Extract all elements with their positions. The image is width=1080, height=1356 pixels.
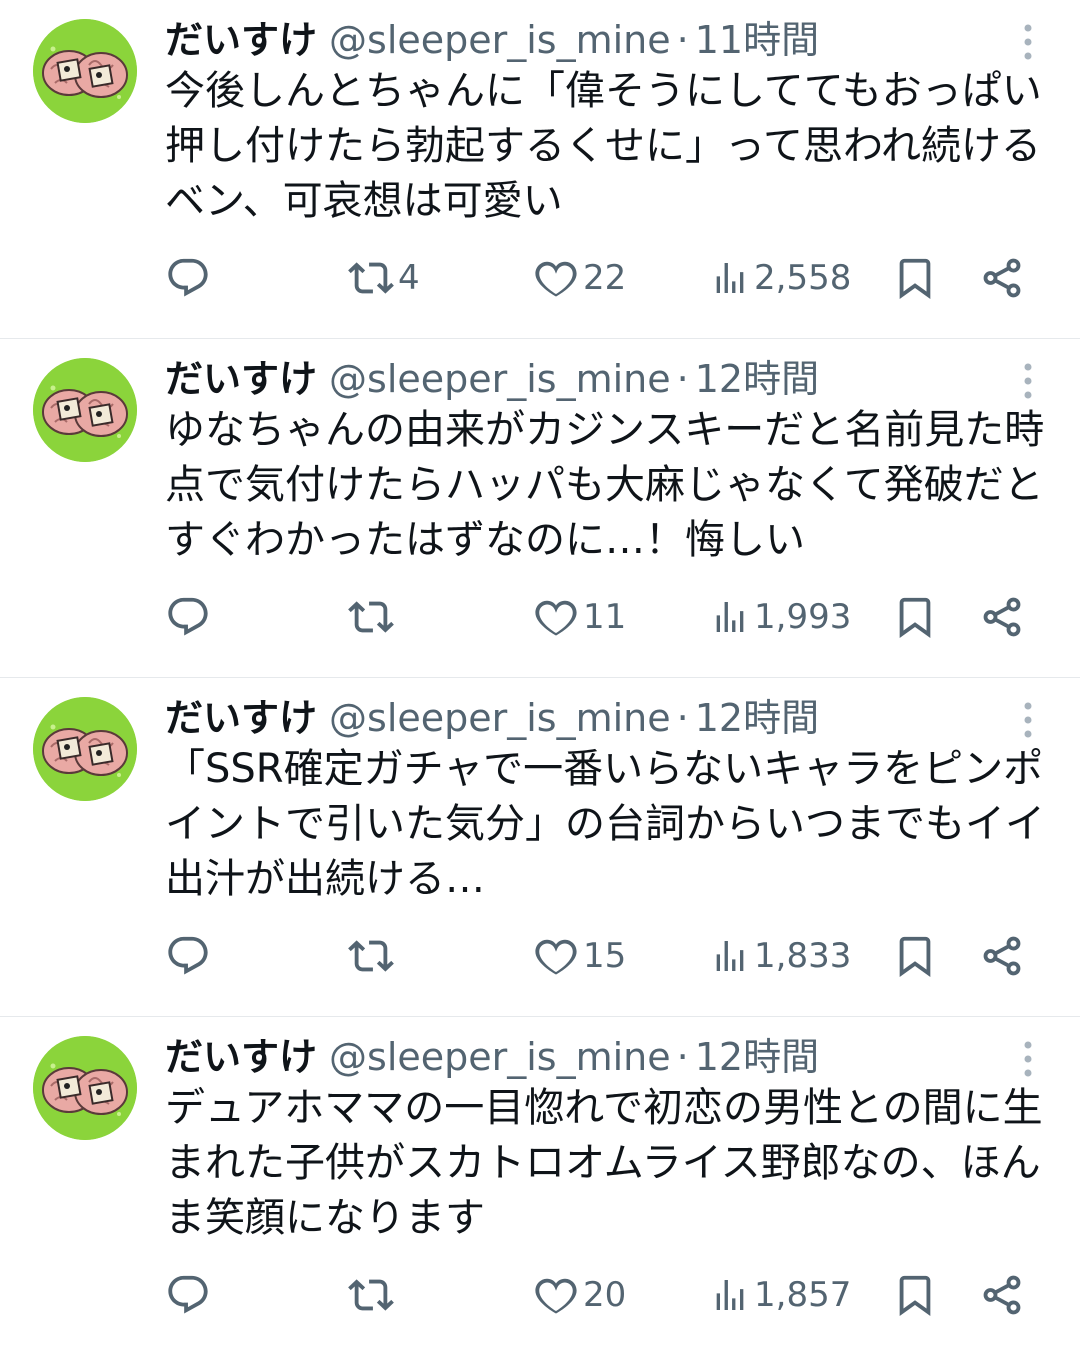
views-icon bbox=[716, 263, 744, 293]
like-count: 22 bbox=[583, 258, 627, 298]
user-handle[interactable]: @sleeper_is_mine bbox=[329, 18, 671, 62]
views-icon bbox=[716, 602, 744, 632]
action-bar: 11 1,993 bbox=[165, 587, 1045, 647]
more-icon[interactable] bbox=[1010, 20, 1046, 64]
like-button[interactable]: 11 bbox=[533, 587, 626, 647]
views-count: 1,993 bbox=[754, 597, 852, 637]
more-icon[interactable] bbox=[1010, 698, 1046, 742]
reply-button[interactable] bbox=[165, 248, 211, 308]
reply-button[interactable] bbox=[165, 587, 211, 647]
display-name[interactable]: だいすけ bbox=[165, 357, 317, 401]
timestamp[interactable]: 12時間 bbox=[695, 1035, 819, 1079]
views-button[interactable]: 1,857 bbox=[710, 1265, 851, 1325]
share-button[interactable] bbox=[979, 1265, 1025, 1325]
reply-button[interactable] bbox=[165, 926, 211, 986]
reply-icon bbox=[168, 258, 208, 297]
display-name[interactable]: だいすけ bbox=[165, 18, 317, 62]
like-icon bbox=[535, 261, 577, 297]
tweet[interactable]: だいすけ @sleeper_is_mine · 12時間 デュアホママの一目惚れで初恋… bbox=[0, 1017, 1080, 1356]
retweet-count: 4 bbox=[398, 258, 420, 298]
tweet[interactable]: だいすけ @sleeper_is_mine · 12時間 ゆなちゃんの由来がカジンスキ… bbox=[0, 339, 1080, 678]
tweet-text: 今後しんとちゃんに「偉そうにしててもおっぱい押し付けたら勃起するくせに」って思わ… bbox=[165, 68, 1042, 224]
tweet-header: だいすけ @sleeper_is_mine · 12時間 bbox=[165, 690, 1005, 746]
reply-icon bbox=[168, 936, 208, 975]
user-handle[interactable]: @sleeper_is_mine bbox=[329, 1035, 671, 1079]
retweet-button[interactable]: 4 bbox=[348, 248, 420, 308]
timestamp[interactable]: 11時間 bbox=[695, 18, 819, 62]
action-bar: 4 22 2,558 bbox=[165, 248, 1045, 308]
like-icon bbox=[535, 939, 577, 975]
share-icon bbox=[983, 258, 1021, 298]
share-icon bbox=[983, 1275, 1021, 1315]
views-count: 1,857 bbox=[754, 1275, 852, 1315]
views-count: 2,558 bbox=[754, 258, 852, 298]
tweet-header: だいすけ @sleeper_is_mine · 12時間 bbox=[165, 351, 1005, 407]
bookmark-button[interactable] bbox=[892, 1265, 938, 1325]
action-bar: 15 1,833 bbox=[165, 926, 1045, 986]
separator: · bbox=[676, 1035, 689, 1079]
like-icon bbox=[535, 600, 577, 636]
reply-icon bbox=[168, 597, 208, 636]
like-count: 15 bbox=[583, 936, 627, 976]
tweet[interactable]: だいすけ @sleeper_is_mine · 12時間 「SSR確定ガチャで一番いら… bbox=[0, 678, 1080, 1017]
views-icon bbox=[716, 1280, 744, 1310]
user-handle[interactable]: @sleeper_is_mine bbox=[329, 696, 671, 740]
views-icon bbox=[716, 941, 744, 971]
retweet-button[interactable] bbox=[348, 926, 398, 986]
timeline-feed: だいすけ @sleeper_is_mine · 11時間 今後しんとちゃんに「偉そうに… bbox=[0, 0, 1080, 1351]
separator: · bbox=[676, 696, 689, 740]
retweet-icon bbox=[348, 262, 394, 294]
avatar[interactable] bbox=[33, 19, 137, 123]
bookmark-icon bbox=[899, 936, 931, 977]
avatar[interactable] bbox=[33, 697, 137, 801]
tweet[interactable]: だいすけ @sleeper_is_mine · 11時間 今後しんとちゃんに「偉そうに… bbox=[0, 0, 1080, 339]
tweet-header: だいすけ @sleeper_is_mine · 12時間 bbox=[165, 1029, 1005, 1085]
bookmark-icon bbox=[899, 597, 931, 638]
reply-icon bbox=[168, 1275, 208, 1314]
bookmark-button[interactable] bbox=[892, 587, 938, 647]
more-icon[interactable] bbox=[1010, 1037, 1046, 1081]
bookmark-icon bbox=[899, 1275, 931, 1316]
avatar[interactable] bbox=[33, 1036, 137, 1140]
views-count: 1,833 bbox=[754, 936, 852, 976]
display-name[interactable]: だいすけ bbox=[165, 696, 317, 740]
like-count: 20 bbox=[583, 1275, 627, 1315]
retweet-icon bbox=[348, 1279, 394, 1311]
share-button[interactable] bbox=[979, 926, 1025, 986]
tweet-header: だいすけ @sleeper_is_mine · 11時間 bbox=[165, 12, 1005, 68]
like-button[interactable]: 15 bbox=[533, 926, 626, 986]
share-button[interactable] bbox=[979, 248, 1025, 308]
like-count: 11 bbox=[583, 597, 627, 637]
like-icon bbox=[535, 1278, 577, 1314]
separator: · bbox=[676, 357, 689, 401]
timestamp[interactable]: 12時間 bbox=[695, 696, 819, 740]
views-button[interactable]: 2,558 bbox=[710, 248, 851, 308]
bookmark-icon bbox=[899, 258, 931, 299]
tweet-text: 「SSR確定ガチャで一番いらないキャラをピンポイントで引いた気分」の台詞からいつ… bbox=[165, 746, 1045, 902]
more-icon[interactable] bbox=[1010, 359, 1046, 403]
reply-button[interactable] bbox=[165, 1265, 211, 1325]
like-button[interactable]: 20 bbox=[533, 1265, 626, 1325]
like-button[interactable]: 22 bbox=[533, 248, 626, 308]
retweet-button[interactable] bbox=[348, 1265, 398, 1325]
bookmark-button[interactable] bbox=[892, 926, 938, 986]
retweet-icon bbox=[348, 940, 394, 972]
retweet-icon bbox=[348, 601, 394, 633]
share-button[interactable] bbox=[979, 587, 1025, 647]
bookmark-button[interactable] bbox=[892, 248, 938, 308]
views-button[interactable]: 1,833 bbox=[710, 926, 851, 986]
display-name[interactable]: だいすけ bbox=[165, 1035, 317, 1079]
tweet-text: ゆなちゃんの由来がカジンスキーだと名前見た時点で気付けたらハッパも大麻じゃなくて… bbox=[165, 407, 1045, 563]
action-bar: 20 1,857 bbox=[165, 1265, 1045, 1325]
tweet-text: デュアホママの一目惚れで初恋の男性との間に生まれた子供がスカトロオムライス野郎な… bbox=[165, 1085, 1043, 1241]
retweet-button[interactable] bbox=[348, 587, 398, 647]
user-handle[interactable]: @sleeper_is_mine bbox=[329, 357, 671, 401]
share-icon bbox=[983, 936, 1021, 976]
timestamp[interactable]: 12時間 bbox=[695, 357, 819, 401]
separator: · bbox=[676, 18, 689, 62]
avatar[interactable] bbox=[33, 358, 137, 462]
views-button[interactable]: 1,993 bbox=[710, 587, 851, 647]
share-icon bbox=[983, 597, 1021, 637]
